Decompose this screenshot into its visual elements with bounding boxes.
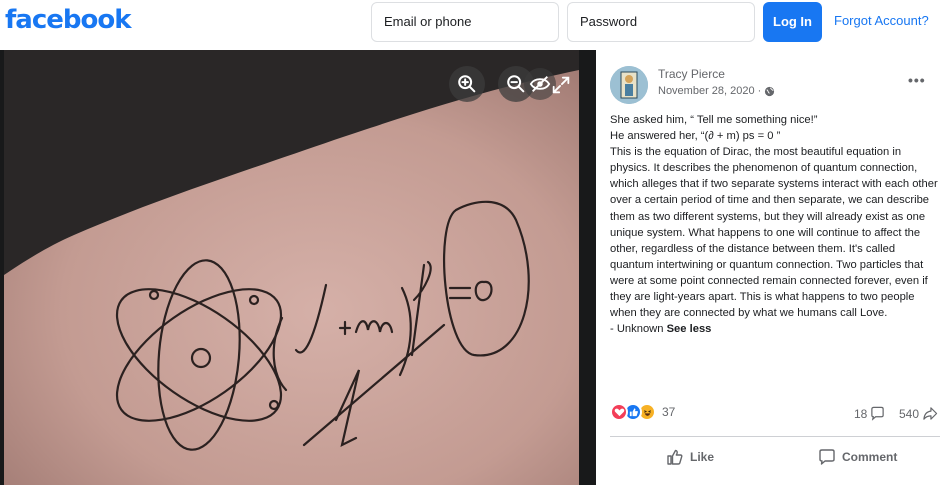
comment-bubble-icon [871,406,885,421]
divider [610,436,940,437]
expand-icon [552,76,570,94]
post-line: He answered her, “(∂ + m) ps = 0 ” [610,130,781,143]
like-label: Like [690,450,715,464]
forgot-account-link[interactable]: Forgot Account? [834,13,929,28]
login-button[interactable]: Log In [763,2,822,42]
post-date-text: November 28, 2020 · [658,85,762,97]
password-field[interactable]: Password [567,2,755,42]
top-bar: facebook Email or phone Password Log In … [0,0,948,50]
see-less-link[interactable]: See less [667,323,712,335]
avatar[interactable] [610,66,648,104]
facebook-logo[interactable]: facebook [5,5,132,35]
thumbs-up-icon [667,449,683,465]
share-count[interactable]: 540 [899,406,938,421]
post-text: She asked him, “ Tell me something nice!… [610,112,940,337]
post-signature-line: - Unknown See less [610,321,940,337]
love-reaction-icon [610,403,628,421]
zoom-in-icon [458,75,476,93]
post-photo [4,50,579,485]
author-name[interactable]: Tracy Pierce [658,67,725,81]
comment-label: Comment [842,450,898,464]
more-options-icon[interactable]: ••• [908,72,926,88]
post-line: She asked him, “ Tell me something nice!… [610,114,818,126]
globe-icon [765,86,775,96]
comment-count[interactable]: 18 [854,406,885,421]
reactions-summary[interactable]: 37 [610,403,675,421]
share-count-text: 540 [899,406,920,421]
email-field[interactable]: Email or phone [371,2,559,42]
zoom-in-button[interactable] [449,66,485,102]
share-icon [923,407,938,420]
reaction-count: 37 [662,405,676,419]
comment-button[interactable]: Comment [818,446,897,468]
like-button[interactable]: Like [666,446,714,468]
post-date[interactable]: November 28, 2020 · [658,85,775,97]
comment-count-text: 18 [854,406,868,421]
media-viewer [0,50,596,485]
post-panel: Tracy Pierce November 28, 2020 · ••• She… [596,50,948,485]
post-line: This is the equation of Dirac, the most … [610,146,938,320]
post-signature: - Unknown [610,323,664,336]
comment-icon [819,449,835,465]
fullscreen-button[interactable] [546,70,576,100]
